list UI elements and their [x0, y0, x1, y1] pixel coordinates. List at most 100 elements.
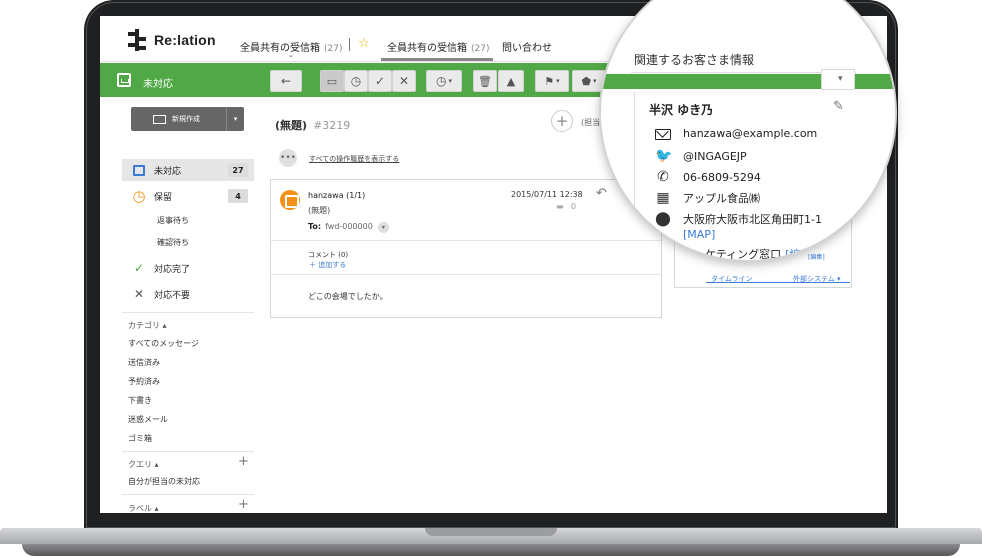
chevron-down-icon: ▾	[556, 77, 560, 85]
sidebar-item-label: 未対応	[154, 166, 182, 177]
compose-button[interactable]: 新規作成 ▾	[131, 107, 244, 131]
tab-shared-inbox[interactable]: 全員共有の受信箱 (27)	[387, 39, 489, 54]
sidebar-item-label: 対応完了	[154, 264, 191, 275]
count-badge: 4	[228, 189, 248, 203]
category-item[interactable]: 送信済み	[128, 357, 160, 368]
app-logo[interactable]: Re:lation	[128, 29, 216, 51]
delete-button[interactable]: 🗑	[473, 70, 497, 92]
customer-phone[interactable]: 06-6809-5294	[683, 171, 761, 184]
status-pending-button[interactable]: ◷	[344, 70, 368, 92]
check-icon: ✓	[374, 74, 386, 88]
customer-twitter-row: 🐦 @INGAGEJP	[655, 148, 747, 164]
inbox-icon	[132, 163, 146, 177]
category-item[interactable]: 迷惑メール	[128, 414, 168, 425]
tag-icon: ⬟	[581, 74, 592, 88]
more-icon[interactable]: •••	[279, 149, 297, 167]
message-inbound-icon	[280, 190, 300, 210]
customer-department-row: ⬟ マーケティング窓口 [編集]	[655, 246, 816, 262]
ticket-number: #3219	[313, 119, 351, 132]
pencil-icon[interactable]: ✎	[833, 99, 844, 114]
chevron-down-icon: ▾	[448, 77, 452, 85]
category-item[interactable]: 下書き	[128, 395, 152, 406]
to-address: fwd-000000	[325, 222, 373, 231]
status-title: 未対応	[143, 79, 173, 90]
add-query-button[interactable]: +	[238, 454, 249, 469]
phone-icon: ✆	[657, 169, 669, 185]
star-icon[interactable]: ☆	[358, 36, 370, 51]
chevron-down-icon: ⌄	[288, 51, 294, 59]
customer-company: アップル食品㈱	[683, 192, 760, 205]
query-item[interactable]: 自分が担当の未対応	[128, 476, 200, 487]
add-label-button[interactable]: +	[238, 497, 249, 512]
chevron-down-icon: ▾	[233, 115, 238, 123]
logo-text: Re:lation	[154, 32, 216, 48]
clock-icon: ◷	[132, 187, 146, 205]
divider	[122, 494, 254, 495]
customer-name: 半沢 ゆき乃	[649, 103, 714, 117]
customer-address: 大阪府大阪市北区角田町1-1	[683, 213, 822, 226]
show-history-link[interactable]: すべての操作履歴を表示する	[309, 154, 399, 164]
tag-icon: ⬟	[656, 246, 670, 262]
customer-phone-row: ✆ 06-6809-5294	[655, 169, 761, 185]
close-icon: ✕	[133, 287, 145, 301]
close-icon: ✕	[398, 74, 410, 88]
tab-count: (27)	[471, 44, 490, 54]
comment-title: コメント (0)	[308, 251, 349, 259]
clock-icon: ◷	[350, 74, 362, 88]
chevron-down-icon: ▾	[838, 74, 843, 84]
category-item[interactable]: すべてのメッセージ	[128, 338, 199, 349]
sidebar-item-awaiting-reply[interactable]: 返事待ち	[157, 215, 189, 226]
chevron-down-icon[interactable]: ▾	[377, 222, 389, 233]
plus-icon: +	[555, 112, 569, 130]
divider	[122, 451, 254, 452]
map-link[interactable]: [MAP]	[683, 228, 715, 241]
customer-panel-select[interactable]: ▾	[821, 69, 855, 90]
status-open-button[interactable]: ▭	[320, 70, 344, 92]
sidebar: 新規作成 ▾ 未対応 27 ◷ 保留 4 返事待ち 確認待ち ✓ 対応完了 ✕ …	[100, 98, 265, 513]
warning-icon: ▲	[506, 74, 516, 88]
tab-inquiries[interactable]: 問い合わせ	[502, 39, 552, 54]
building-icon: ▦	[656, 190, 670, 206]
edit-link[interactable]: [編集]	[785, 246, 816, 260]
compose-label: 新規作成	[172, 115, 200, 123]
inbox-icon	[117, 73, 131, 87]
tab-underline	[706, 282, 850, 283]
plus-icon: +	[238, 454, 249, 469]
add-comment-link[interactable]: ＋ 追加する	[309, 260, 346, 270]
customer-email[interactable]: hanzawa@example.com	[683, 127, 817, 140]
inbox-selector[interactable]: 全員共有の受信箱 (27) ⌄	[240, 39, 342, 59]
map-pin-icon: ⬤	[655, 211, 671, 227]
flag-dropdown[interactable]: ⚑ ▾	[535, 70, 569, 92]
back-button[interactable]: ←	[270, 70, 302, 92]
add-button[interactable]: +	[551, 110, 573, 132]
check-icon: ✓	[133, 261, 145, 275]
plus-icon: +	[238, 497, 249, 512]
message-from: hanzawa (1/1)	[308, 191, 366, 200]
snooze-dropdown[interactable]: ◷ ▾	[426, 70, 462, 92]
status-done-button[interactable]: ✓	[368, 70, 392, 92]
category-item[interactable]: 予約済み	[128, 376, 160, 387]
customer-company-row: ▦ アップル食品㈱	[655, 190, 760, 206]
category-section-title[interactable]: カテゴリ ▴	[128, 320, 167, 331]
customer-twitter[interactable]: @INGAGEJP	[683, 150, 747, 163]
comment-icon: ▬	[556, 202, 564, 211]
compose-dropdown[interactable]: ▾	[226, 107, 244, 131]
chevron-down-icon: ▾	[593, 77, 597, 85]
sidebar-item-ignored[interactable]: ✕ 対応不要	[122, 283, 254, 305]
count-badge: 27	[228, 163, 248, 177]
sidebar-item-pending[interactable]: ◷ 保留 4	[122, 185, 254, 207]
envelope-icon	[153, 114, 166, 124]
sidebar-item-awaiting-confirm[interactable]: 確認待ち	[157, 237, 189, 248]
comment-count: 0	[571, 202, 577, 211]
label-section-title[interactable]: ラベル ▴	[128, 503, 159, 513]
ticket-subject: (無題) #3219	[275, 117, 350, 133]
sidebar-item-open[interactable]: 未対応 27	[122, 159, 254, 181]
category-item[interactable]: ゴミ箱	[128, 433, 152, 444]
customer-email-row: hanzawa@example.com	[655, 127, 817, 140]
sidebar-item-done[interactable]: ✓ 対応完了	[122, 257, 254, 279]
status-ignore-button[interactable]: ✕	[392, 70, 416, 92]
spam-button[interactable]: ▲	[498, 70, 524, 92]
query-section-title[interactable]: クエリ ▴	[128, 459, 159, 470]
customer-department: マーケティング窓口	[683, 248, 782, 261]
divider	[349, 38, 350, 51]
